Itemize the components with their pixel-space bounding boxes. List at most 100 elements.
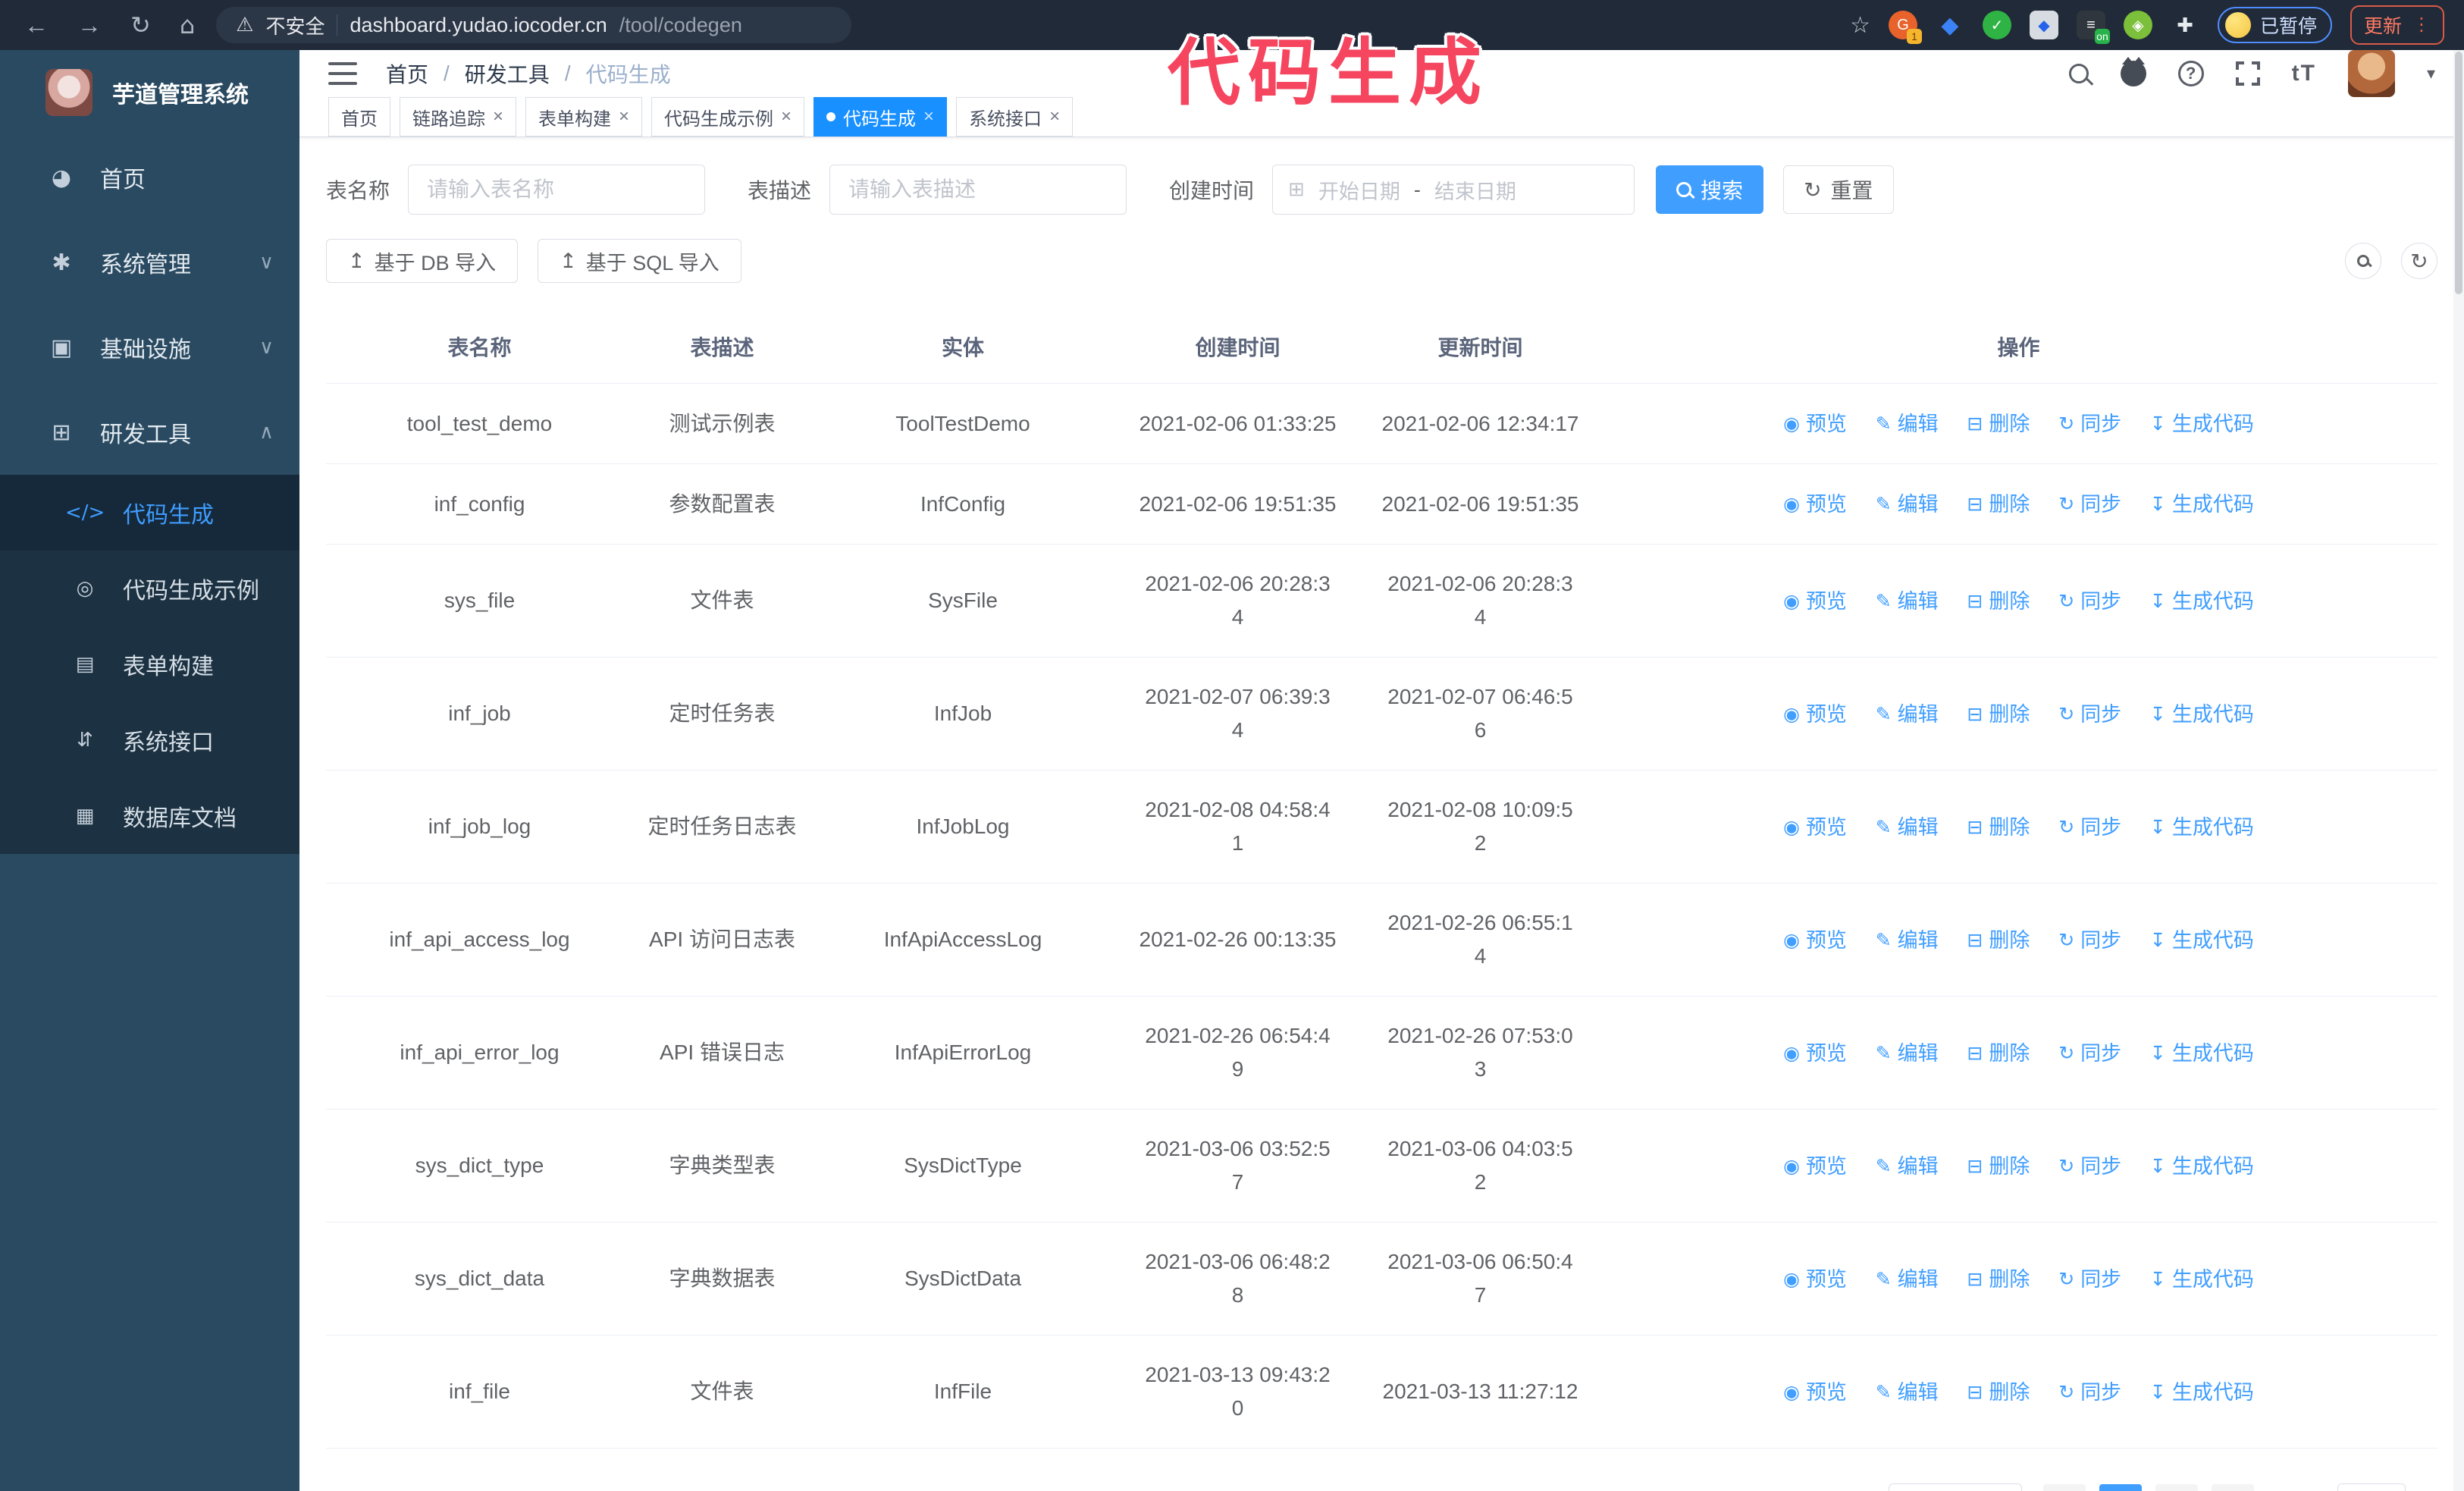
form-builder[interactable]: ▤ 表单构建 [0,626,299,702]
start-date-placeholder[interactable]: 开始日期 [1318,175,1400,205]
edit-link[interactable]: ✎ 编辑 [1876,1263,1939,1296]
page-number-button[interactable]: 2 [2155,1484,2198,1491]
edit-link[interactable]: ✎ 编辑 [1876,407,1939,441]
table-desc-input[interactable] [829,165,1127,215]
edit-link[interactable]: ✎ 编辑 [1876,1037,1939,1070]
forward-button[interactable]: → [77,11,102,39]
edit-link[interactable]: ✎ 编辑 [1876,1376,1939,1409]
edit-link[interactable]: ✎ 编辑 [1876,488,1939,521]
preview-link[interactable]: ◉ 预览 [1783,407,1847,441]
preview-link[interactable]: ◉ 预览 [1783,1150,1847,1183]
delete-link[interactable]: ⊟ 删除 [1967,1037,2030,1070]
sync-link[interactable]: ↻ 同步 [2058,1376,2121,1409]
edit-link[interactable]: ✎ 编辑 [1876,811,1939,844]
generate-code-link[interactable]: ↧ 生成代码 [2150,698,2254,731]
search-icon[interactable] [2068,64,2089,83]
tab-item[interactable]: 链路追踪 × [400,97,517,137]
generate-code-link[interactable]: ↧ 生成代码 [2150,1037,2254,1070]
extension-icon-gem[interactable]: ◆ [1936,11,1964,39]
tab-close-icon[interactable]: × [781,106,792,127]
preview-link[interactable]: ◉ 预览 [1783,698,1847,731]
page-scrollbar[interactable] [2453,50,2464,1491]
breadcrumb-home[interactable]: 首页 [386,58,428,89]
goto-page-input[interactable] [2337,1483,2406,1491]
infrastructure[interactable]: ▣ 基础设施 ∨ [0,305,299,390]
system-api[interactable]: ⇵ 系统接口 [0,702,299,778]
generate-code-link[interactable]: ↧ 生成代码 [2150,585,2254,618]
tab-close-icon[interactable]: × [619,106,629,127]
reset-button[interactable]: ↻ 重置 [1783,165,1894,214]
extension-icon-dark-on[interactable]: ≡ on [2076,11,2110,44]
dev-tools[interactable]: ⊞ 研发工具 ∧ [0,390,299,475]
profile-paused-badge[interactable]: 已暂停 [2217,7,2332,43]
font-size-icon[interactable]: tT [2292,61,2316,86]
app-logo[interactable]: 芋道管理系统 [0,50,299,135]
tab-item[interactable]: 代码生成 × [813,97,948,137]
sync-link[interactable]: ↻ 同步 [2058,924,2121,957]
prev-page-button[interactable]: ‹ [2042,1484,2086,1491]
system-management[interactable]: ✱ 系统管理 ∨ [0,220,299,305]
delete-link[interactable]: ⊟ 删除 [1967,698,2030,731]
extension-icon-green-check[interactable]: ✓ [1982,11,2011,39]
edit-link[interactable]: ✎ 编辑 [1876,585,1939,618]
fullscreen-icon[interactable] [2234,60,2262,87]
delete-link[interactable]: ⊟ 删除 [1967,1263,2030,1296]
preview-link[interactable]: ◉ 预览 [1783,585,1847,618]
extension-icon-orange[interactable]: G1 [1888,11,1922,44]
github-icon[interactable] [2120,57,2146,86]
preview-link[interactable]: ◉ 预览 [1783,811,1847,844]
generate-code-link[interactable]: ↧ 生成代码 [2150,1376,2254,1409]
preview-link[interactable]: ◉ 预览 [1783,1376,1847,1409]
breadcrumb-devtools[interactable]: 研发工具 [465,58,550,89]
import-db-button[interactable]: ↥ 基于 DB 导入 [326,239,519,283]
bookmark-star-icon[interactable]: ☆ [1850,12,1870,39]
generate-code-link[interactable]: ↧ 生成代码 [2150,1263,2254,1296]
edit-link[interactable]: ✎ 编辑 [1876,924,1939,957]
delete-link[interactable]: ⊟ 删除 [1967,585,2030,618]
hamburger-icon[interactable] [328,62,357,85]
tab-close-icon[interactable]: × [923,106,934,127]
help-icon[interactable]: ? [2177,61,2204,86]
address-bar[interactable]: ⚠ 不安全 dashboard.yudao.iocoder.cn/tool/co… [216,7,852,43]
tab-item[interactable]: 表单构建 × [525,97,643,137]
delete-link[interactable]: ⊟ 删除 [1967,488,2030,521]
extensions-puzzle-icon[interactable]: ✚ [2171,11,2199,39]
refresh-table-button[interactable]: ↻ [2401,243,2437,279]
generate-code-link[interactable]: ↧ 生成代码 [2150,407,2254,441]
delete-link[interactable]: ⊟ 删除 [1967,1376,2030,1409]
sync-link[interactable]: ↻ 同步 [2058,1037,2121,1070]
tab-close-icon[interactable]: × [493,106,503,127]
scrollbar-thumb[interactable] [2455,52,2462,294]
edit-link[interactable]: ✎ 编辑 [1876,698,1939,731]
extension-icon-grid[interactable]: ◆ [2029,11,2058,39]
sync-link[interactable]: ↻ 同步 [2058,698,2121,731]
sync-link[interactable]: ↻ 同步 [2058,1150,2121,1183]
preview-link[interactable]: ◉ 预览 [1783,1037,1847,1070]
sync-link[interactable]: ↻ 同步 [2058,811,2121,844]
search-button[interactable]: 搜索 [1656,165,1764,214]
user-avatar[interactable] [2347,50,2395,97]
edit-link[interactable]: ✎ 编辑 [1876,1150,1939,1183]
import-sql-button[interactable]: ↥ 基于 SQL 导入 [538,239,741,283]
codegen-example[interactable]: ◎ 代码生成示例 [0,551,299,626]
delete-link[interactable]: ⊟ 删除 [1967,407,2030,441]
db-doc[interactable]: ▦ 数据库文档 [0,778,299,854]
page-number-button[interactable]: 1 [2099,1484,2142,1491]
generate-code-link[interactable]: ↧ 生成代码 [2150,1150,2254,1183]
preview-link[interactable]: ◉ 预览 [1783,488,1847,521]
preview-link[interactable]: ◉ 预览 [1783,1263,1847,1296]
back-button[interactable]: ← [24,11,49,39]
sync-link[interactable]: ↻ 同步 [2058,488,2121,521]
generate-code-link[interactable]: ↧ 生成代码 [2150,488,2254,521]
delete-link[interactable]: ⊟ 删除 [1967,924,2030,957]
delete-link[interactable]: ⊟ 删除 [1967,811,2030,844]
extension-icon-green-bot[interactable]: ◈ [2123,11,2152,39]
codegen[interactable]: </> 代码生成 [0,475,299,551]
browser-menu-icon[interactable]: ⋮ [2412,16,2431,34]
preview-link[interactable]: ◉ 预览 [1783,924,1847,957]
tab-item[interactable]: 首页 [328,97,390,137]
table-name-input[interactable] [408,165,706,215]
end-date-placeholder[interactable]: 结束日期 [1434,175,1516,205]
sync-link[interactable]: ↻ 同步 [2058,407,2121,441]
toggle-search-button[interactable] [2345,243,2381,279]
